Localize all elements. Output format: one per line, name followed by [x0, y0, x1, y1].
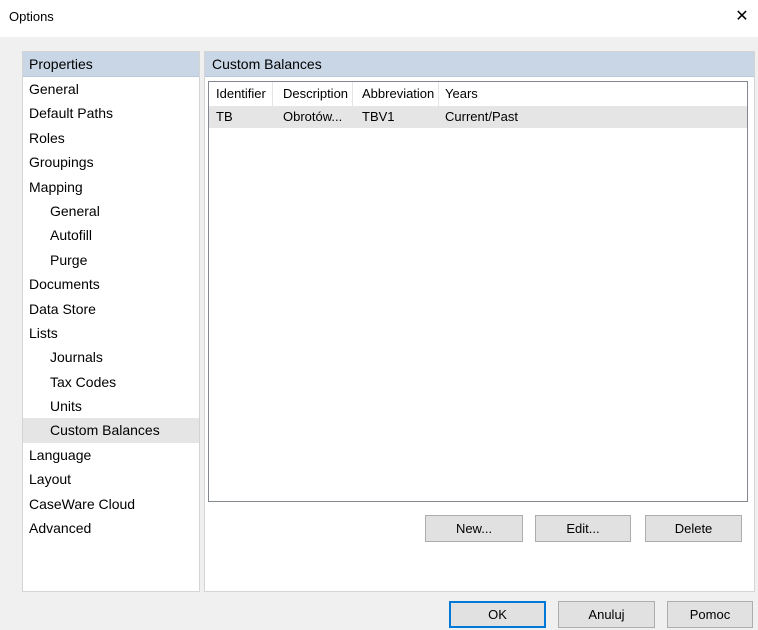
- sidebar-item-purge[interactable]: Purge: [23, 248, 199, 272]
- cell-description: Obrotów...: [283, 109, 343, 124]
- cell-identifier: TB: [216, 109, 233, 124]
- sidebar-item-groupings[interactable]: Groupings: [23, 150, 199, 174]
- cell-abbreviation: TBV1: [362, 109, 395, 124]
- help-button[interactable]: Pomoc: [667, 601, 753, 628]
- column-header-description[interactable]: Description: [273, 82, 353, 106]
- sidebar-item-autofill[interactable]: Autofill: [23, 223, 199, 247]
- close-icon[interactable]: ✕: [734, 9, 750, 25]
- sidebar-item-data-store[interactable]: Data Store: [23, 297, 199, 321]
- column-header-abbreviation[interactable]: Abbreviation: [353, 82, 439, 106]
- custom-balances-panel: Custom Balances Identifier Description A…: [204, 51, 755, 592]
- table-row[interactable]: TB Obrotów... TBV1 Current/Past: [209, 106, 747, 128]
- sidebar-item-layout[interactable]: Layout: [23, 467, 199, 491]
- sidebar-item-documents[interactable]: Documents: [23, 272, 199, 296]
- column-header-years[interactable]: Years: [439, 82, 539, 106]
- sidebar-item-units[interactable]: Units: [23, 394, 199, 418]
- properties-tree: General Default Paths Roles Groupings Mappin…: [23, 77, 199, 540]
- sidebar-item-caseware-cloud[interactable]: CaseWare Cloud: [23, 492, 199, 516]
- delete-button[interactable]: Delete: [645, 515, 742, 542]
- new-button[interactable]: New...: [425, 515, 523, 542]
- title-bar: Options ✕: [0, 0, 758, 37]
- sidebar-item-tax-codes[interactable]: Tax Codes: [23, 370, 199, 394]
- sidebar-item-default-paths[interactable]: Default Paths: [23, 101, 199, 125]
- sidebar-item-advanced[interactable]: Advanced: [23, 516, 199, 540]
- properties-panel: Properties General Default Paths Roles Grou…: [22, 51, 200, 592]
- sidebar-item-custom-balances[interactable]: Custom Balances: [23, 418, 199, 443]
- window-title: Options: [9, 9, 54, 24]
- sidebar-item-mapping[interactable]: Mapping: [23, 175, 199, 199]
- sidebar-item-roles[interactable]: Roles: [23, 126, 199, 150]
- column-header-identifier[interactable]: Identifier: [209, 82, 273, 106]
- cancel-button[interactable]: Anuluj: [558, 601, 655, 628]
- list-header: Identifier Description Abbreviation Year…: [209, 82, 747, 106]
- ok-button[interactable]: OK: [449, 601, 546, 628]
- properties-header: Properties: [23, 52, 199, 77]
- sidebar-item-language[interactable]: Language: [23, 443, 199, 467]
- cell-years: Current/Past: [445, 109, 518, 124]
- sidebar-item-journals[interactable]: Journals: [23, 345, 199, 369]
- custom-balances-list[interactable]: Identifier Description Abbreviation Year…: [208, 81, 748, 502]
- sidebar-item-lists[interactable]: Lists: [23, 321, 199, 345]
- custom-balances-header: Custom Balances: [205, 52, 754, 77]
- sidebar-item-general[interactable]: General: [23, 77, 199, 101]
- sidebar-item-general[interactable]: General: [23, 199, 199, 223]
- edit-button[interactable]: Edit...: [535, 515, 631, 542]
